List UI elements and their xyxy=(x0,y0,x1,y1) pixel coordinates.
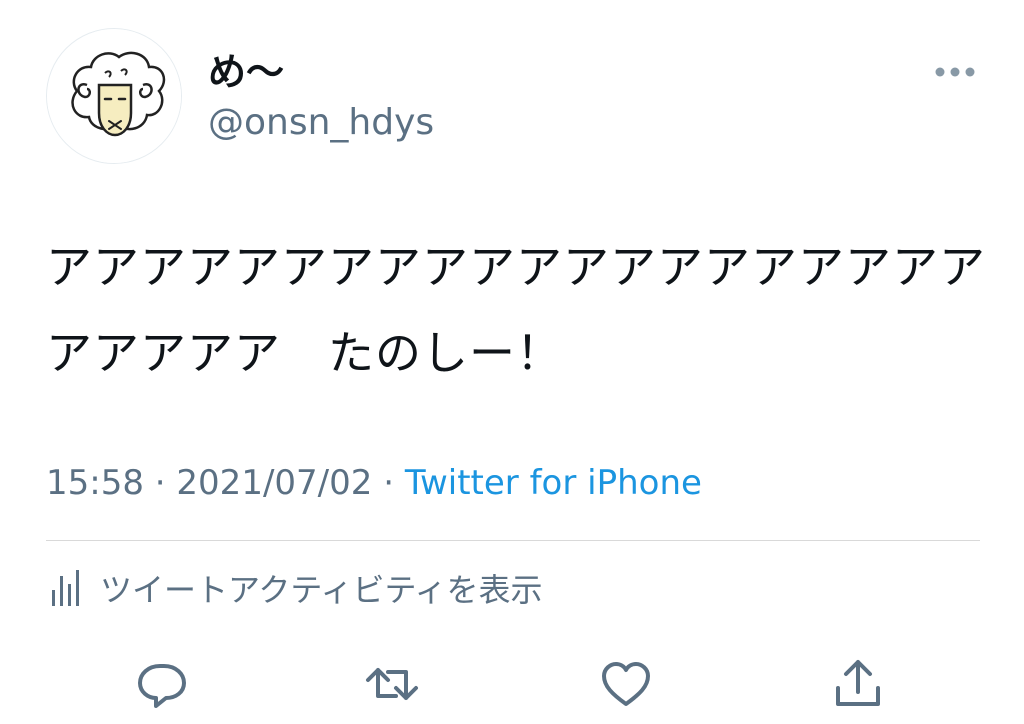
like-button[interactable] xyxy=(598,656,654,712)
tweet-text: アアアアアアアアアアアアアアアアアアアアアアアアア たのしー！ xyxy=(46,240,986,380)
retweet-icon xyxy=(366,668,418,700)
retweet-button[interactable] xyxy=(364,656,420,712)
share-icon xyxy=(836,660,880,706)
share-button[interactable] xyxy=(830,656,886,712)
tweet-date: 2021/07/02 xyxy=(176,463,373,503)
display-name[interactable]: め〜 xyxy=(208,48,284,96)
activity-label: ツイートアクティビティを表示 xyxy=(100,571,543,609)
sheep-avatar-icon xyxy=(47,29,181,163)
reply-icon xyxy=(138,664,186,708)
meta-separator: · xyxy=(154,463,166,503)
view-tweet-activity-link[interactable]: ツイートアクティビティを表示 xyxy=(46,562,543,614)
tweet-time: 15:58 xyxy=(46,463,144,503)
more-options-icon[interactable] xyxy=(930,56,980,88)
divider xyxy=(46,540,980,541)
tweet-meta: 15:58 · 2021/07/02 · Twitter for iPhone xyxy=(46,458,702,508)
avatar[interactable] xyxy=(46,28,182,164)
analytics-icon xyxy=(52,570,79,606)
reply-button[interactable] xyxy=(134,656,190,712)
like-icon xyxy=(602,662,650,706)
meta-separator: · xyxy=(383,463,395,503)
tweet-source-link[interactable]: Twitter for iPhone xyxy=(405,463,702,503)
user-handle[interactable]: @onsn_hdys xyxy=(208,100,434,146)
